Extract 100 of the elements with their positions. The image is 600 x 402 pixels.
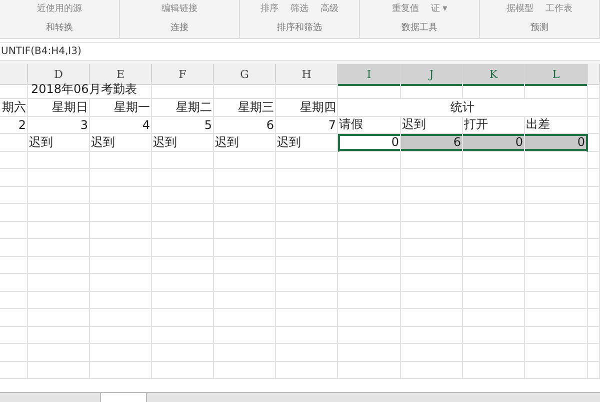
empty-cell[interactable] — [338, 274, 401, 292]
empty-cell[interactable] — [401, 204, 463, 222]
empty-cell[interactable] — [401, 152, 463, 169]
empty-cell[interactable] — [28, 239, 90, 256]
table-cell[interactable]: 0 — [463, 134, 525, 152]
empty-cell[interactable] — [525, 309, 588, 326]
column-header[interactable]: F — [152, 64, 214, 85]
empty-cell[interactable] — [276, 169, 338, 186]
empty-cell[interactable] — [525, 204, 588, 222]
column-header[interactable] — [588, 64, 600, 85]
empty-cell[interactable] — [463, 169, 525, 186]
empty-cell[interactable] — [525, 256, 588, 274]
empty-cell[interactable] — [276, 274, 338, 292]
empty-cell[interactable] — [463, 274, 525, 292]
empty-cell[interactable] — [276, 239, 338, 256]
empty-cell[interactable] — [276, 309, 338, 326]
column-header[interactable] — [0, 64, 28, 85]
merged-cell[interactable]: 统计 — [338, 99, 588, 116]
empty-cell[interactable] — [28, 256, 90, 274]
table-cell[interactable]: 迟到 — [28, 134, 90, 152]
empty-cell[interactable] — [525, 186, 588, 204]
empty-cell[interactable] — [338, 152, 401, 169]
table-cell[interactable]: 2 — [0, 116, 28, 134]
empty-cell[interactable] — [90, 186, 152, 204]
sheet-tab[interactable] — [100, 393, 147, 402]
empty-cell[interactable] — [463, 239, 525, 256]
empty-cell[interactable] — [401, 256, 463, 274]
empty-cell[interactable] — [338, 239, 401, 256]
empty-cell[interactable] — [276, 326, 338, 344]
empty-cell[interactable] — [276, 344, 338, 362]
empty-cell[interactable] — [338, 309, 401, 326]
empty-cell[interactable] — [152, 204, 214, 222]
empty-cell[interactable] — [214, 239, 276, 256]
empty-cell[interactable] — [338, 362, 401, 379]
column-header[interactable]: J — [401, 64, 463, 86]
empty-cell[interactable] — [0, 362, 28, 379]
empty-cell[interactable] — [401, 292, 463, 309]
empty-cell[interactable] — [214, 292, 276, 309]
table-cell[interactable]: 7 — [276, 116, 338, 134]
column-header[interactable]: G — [214, 64, 276, 85]
column-header[interactable]: H — [276, 64, 338, 85]
formula-field[interactable]: UNTIF(B4:H4,I3) — [0, 42, 600, 61]
empty-cell[interactable] — [525, 326, 588, 344]
empty-cell[interactable] — [0, 256, 28, 274]
empty-cell[interactable] — [338, 326, 401, 344]
empty-cell[interactable] — [152, 186, 214, 204]
empty-cell[interactable] — [152, 82, 214, 99]
empty-cell[interactable] — [0, 292, 28, 309]
empty-cell[interactable] — [214, 204, 276, 222]
table-cell[interactable]: 请假 — [338, 116, 401, 134]
empty-cell[interactable] — [525, 292, 588, 309]
empty-cell[interactable] — [0, 222, 28, 239]
empty-cell[interactable] — [0, 326, 28, 344]
empty-cell[interactable] — [401, 186, 463, 204]
empty-cell[interactable] — [588, 239, 600, 256]
empty-cell[interactable] — [401, 344, 463, 362]
empty-cell[interactable] — [28, 309, 90, 326]
empty-cell[interactable] — [588, 344, 600, 362]
empty-cell[interactable] — [90, 256, 152, 274]
empty-cell[interactable] — [463, 344, 525, 362]
empty-cell[interactable] — [28, 204, 90, 222]
empty-cell[interactable] — [463, 82, 525, 99]
empty-cell[interactable] — [28, 344, 90, 362]
empty-cell[interactable] — [338, 186, 401, 204]
empty-cell[interactable] — [588, 292, 600, 309]
empty-cell[interactable] — [588, 362, 600, 379]
empty-cell[interactable] — [0, 169, 28, 186]
empty-cell[interactable] — [214, 152, 276, 169]
table-cell[interactable]: 6 — [214, 116, 276, 134]
empty-cell[interactable] — [401, 169, 463, 186]
empty-cell[interactable] — [401, 274, 463, 292]
empty-cell[interactable] — [0, 82, 28, 99]
empty-cell[interactable] — [28, 152, 90, 169]
empty-cell[interactable] — [152, 222, 214, 239]
empty-cell[interactable] — [588, 274, 600, 292]
empty-cell[interactable] — [90, 344, 152, 362]
empty-cell[interactable] — [152, 256, 214, 274]
table-cell[interactable]: 星期一 — [90, 99, 152, 116]
empty-cell[interactable] — [463, 222, 525, 239]
empty-cell[interactable] — [90, 169, 152, 186]
empty-cell[interactable] — [214, 326, 276, 344]
empty-cell[interactable] — [90, 362, 152, 379]
empty-cell[interactable] — [90, 222, 152, 239]
empty-cell[interactable] — [276, 222, 338, 239]
empty-cell[interactable] — [214, 169, 276, 186]
empty-cell[interactable] — [588, 99, 600, 116]
empty-cell[interactable] — [525, 274, 588, 292]
empty-cell[interactable] — [588, 309, 600, 326]
empty-cell[interactable] — [525, 239, 588, 256]
column-header[interactable]: K — [463, 64, 525, 86]
table-cell[interactable]: 0 — [525, 134, 588, 152]
empty-cell[interactable] — [90, 326, 152, 344]
empty-cell[interactable] — [276, 186, 338, 204]
empty-cell[interactable] — [0, 134, 28, 152]
empty-cell[interactable] — [0, 152, 28, 169]
empty-cell[interactable] — [90, 292, 152, 309]
empty-cell[interactable] — [214, 186, 276, 204]
table-cell[interactable]: 3 — [28, 116, 90, 134]
empty-cell[interactable] — [463, 256, 525, 274]
empty-cell[interactable] — [463, 152, 525, 169]
